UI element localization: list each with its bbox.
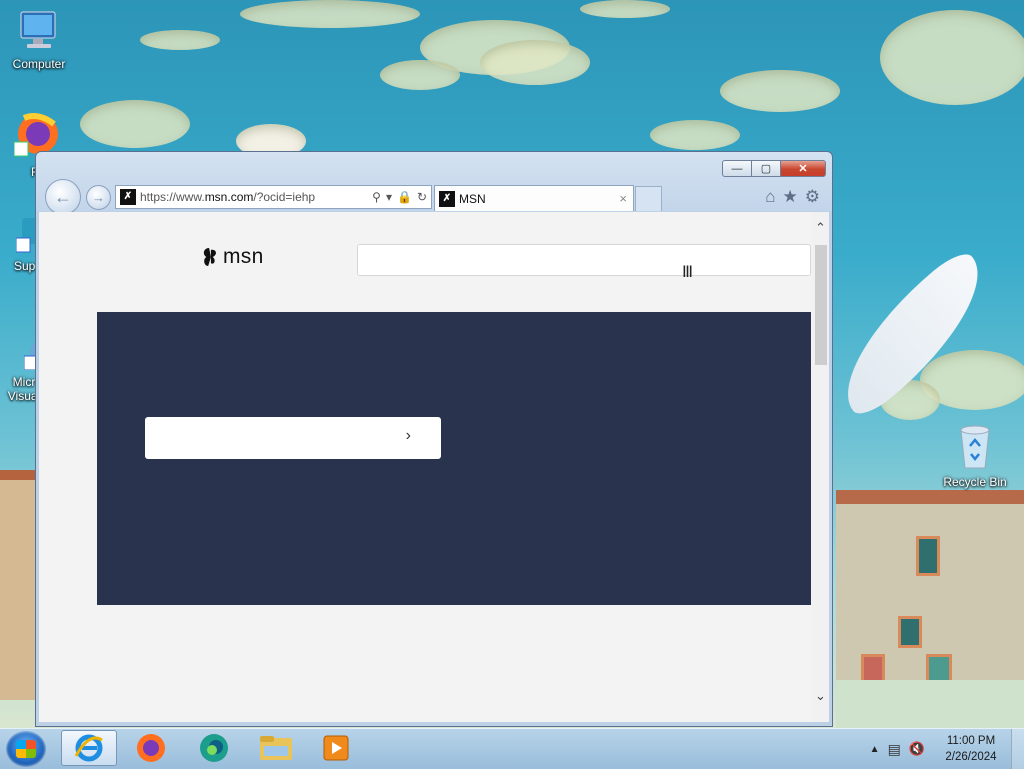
scroll-down-icon[interactable]: ⌄	[812, 688, 829, 705]
new-tab-button[interactable]	[635, 186, 662, 211]
taskbar: ▲ ▤ 🔇 11:00 PM 2/26/2024	[0, 728, 1024, 769]
computer-icon	[1, 10, 77, 55]
back-button[interactable]: ←	[45, 179, 81, 215]
cloud	[240, 0, 420, 28]
forward-button[interactable]: →	[86, 185, 111, 210]
window-controls: — ▢ ✕	[722, 160, 826, 177]
maximize-button[interactable]: ▢	[752, 160, 780, 177]
ground-decoration	[836, 680, 1024, 728]
vertical-scrollbar[interactable]: ⌃ ⌄	[812, 212, 829, 722]
search-input[interactable]	[357, 244, 811, 276]
desktop-icon-label: Computer	[12, 57, 66, 71]
address-tools: ⚲ ▾ 🔒 ↻	[372, 190, 431, 204]
desktop-icon-label: Recycle Bin	[943, 475, 1007, 489]
house-decoration	[836, 490, 1024, 700]
cloud	[480, 40, 590, 85]
taskbar-ie-button[interactable]	[61, 730, 117, 766]
house-decoration	[0, 470, 36, 700]
cloud	[880, 10, 1024, 105]
gear-icon[interactable]: ⚙	[805, 187, 820, 207]
hero-banner: ›	[97, 312, 811, 605]
forward-arrow-icon: →	[92, 190, 105, 205]
chevron-right-icon: ›	[405, 427, 411, 444]
favorites-star-icon[interactable]: ★	[783, 187, 798, 207]
page-viewport: msn Ⅲ › ⌃ ⌄	[39, 212, 829, 722]
taskbar-media-player-button[interactable]	[308, 730, 364, 766]
address-bar[interactable]: ✗ https://www.msn.com/?ocid=iehp ⚲ ▾ 🔒 ↻	[115, 185, 432, 209]
taskbar-edge-button[interactable]	[186, 730, 242, 766]
taskbar-explorer-button[interactable]	[248, 730, 304, 766]
house-window	[898, 616, 922, 648]
cloud	[80, 100, 190, 148]
internet-explorer-icon	[74, 734, 103, 762]
volume-muted-icon[interactable]: 🔇	[909, 741, 925, 757]
msn-favicon-icon: ✗	[439, 190, 455, 207]
firefox-icon	[137, 734, 165, 762]
close-icon: ✕	[798, 163, 808, 175]
system-tray: ▲ ▤ 🔇 11:00 PM 2/26/2024	[870, 729, 1024, 769]
refresh-icon[interactable]: ↻	[417, 190, 427, 204]
clock-date: 2/26/2024	[945, 751, 997, 763]
folder-icon	[260, 736, 292, 760]
command-icons: ⌂ ★ ⚙	[765, 187, 820, 207]
tab-msn[interactable]: ✗ MSN ×	[434, 185, 634, 211]
browser-window: — ▢ ✕ ← → ✗ https://www.msn.com/?ocid=ie…	[35, 151, 833, 727]
cloud	[380, 60, 460, 90]
cloud	[720, 70, 840, 112]
cloud	[140, 30, 220, 50]
hero-cta-button[interactable]: ›	[145, 417, 441, 459]
cloud	[650, 120, 740, 150]
network-icon[interactable]: ▤	[888, 741, 901, 758]
clock-time: 11:00 PM	[946, 735, 996, 747]
start-button[interactable]	[6, 731, 46, 767]
media-player-icon	[323, 735, 349, 761]
scrollbar-thumb[interactable]	[815, 245, 827, 365]
lock-icon[interactable]: 🔒	[397, 190, 412, 204]
show-hidden-icons-icon[interactable]: ▲	[870, 744, 880, 755]
minimize-button[interactable]: —	[722, 160, 752, 177]
maximize-icon: ▢	[760, 163, 772, 175]
tab-close-icon[interactable]: ×	[619, 191, 627, 206]
logo-text: msn	[223, 245, 264, 268]
msn-logo[interactable]: msn	[201, 245, 264, 269]
minimize-icon: —	[731, 162, 743, 175]
search-icon[interactable]: ⚲	[372, 190, 381, 204]
tab-title: MSN	[459, 191, 486, 206]
desktop-icon-computer[interactable]: Computer	[1, 10, 77, 71]
close-button[interactable]: ✕	[780, 160, 826, 177]
dropdown-icon[interactable]: ▾	[386, 190, 392, 204]
windows-logo-icon	[16, 740, 36, 758]
cloud	[580, 0, 670, 18]
msn-butterfly-icon	[203, 248, 216, 266]
desktop-icon-recycle-bin[interactable]: Recycle Bin	[937, 424, 1013, 489]
home-icon[interactable]: ⌂	[765, 187, 775, 207]
show-desktop-button[interactable]	[1011, 729, 1024, 769]
taskbar-firefox-button[interactable]	[123, 730, 179, 766]
url-text: https://www.msn.com/?ocid=iehp	[140, 190, 316, 204]
clock[interactable]: 11:00 PM 2/26/2024	[931, 733, 1011, 765]
edge-icon	[200, 734, 228, 762]
scroll-up-icon[interactable]: ⌃	[812, 220, 829, 237]
recycle-bin-icon	[937, 424, 1013, 473]
text-cursor-icon: Ⅲ	[682, 264, 694, 281]
house-window	[916, 536, 940, 576]
msn-favicon-icon: ✗	[120, 189, 136, 205]
back-arrow-icon: ←	[54, 186, 72, 207]
